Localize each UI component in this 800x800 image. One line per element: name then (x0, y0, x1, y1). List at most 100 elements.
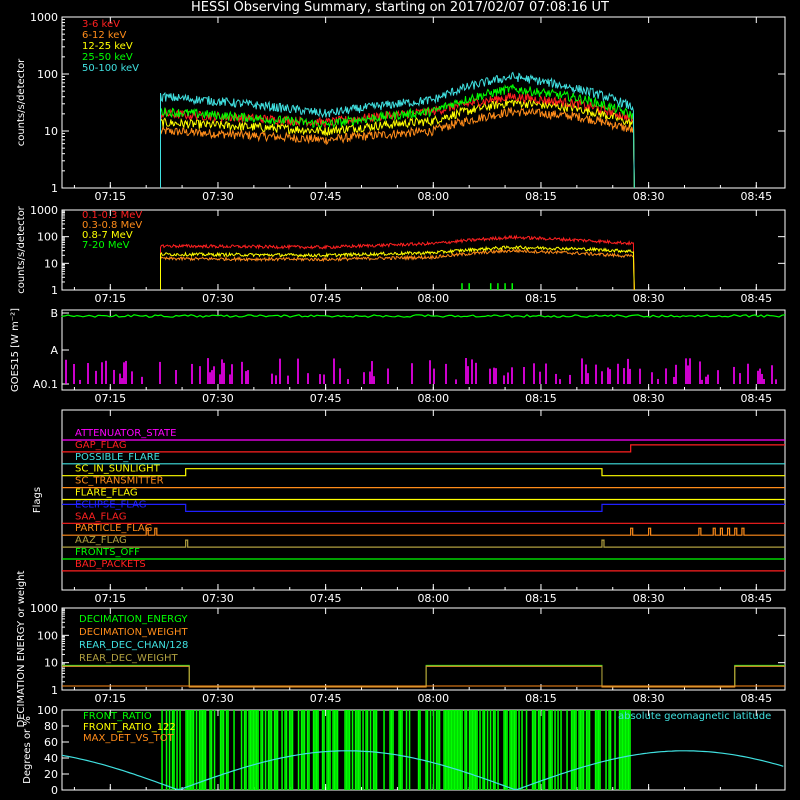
x-tick-label: 08:45 (740, 692, 772, 705)
legend-entry: REAR_DEC_WEIGHT (79, 653, 178, 664)
flag-label: FRONTS_OFF (75, 547, 140, 558)
flag-label: GAP_FLAG (75, 440, 127, 451)
flag-label: PARTICLE_FLAG (75, 523, 152, 534)
y-axis-label: GOES15 [W m⁻²] (10, 308, 21, 392)
y-tick-label: 1 (51, 684, 58, 697)
x-tick-label: 08:45 (740, 292, 772, 305)
legend-entry: 12-25 keV (82, 41, 133, 52)
series-line (61, 314, 786, 318)
x-tick-label: 07:30 (202, 190, 234, 203)
legend-entry: REAR_DEC_CHAN/128 (79, 640, 188, 651)
y-tick-label: 1 (51, 284, 58, 297)
y-axis-label: counts/s/detector (16, 205, 27, 293)
x-tick-label: 08:15 (525, 592, 557, 605)
y-tick-label: 40 (44, 752, 58, 765)
x-tick-label: 08:15 (525, 392, 557, 405)
flag-line (62, 539, 785, 548)
y-tick-label: 100 (37, 629, 58, 642)
x-tick-label: 08:00 (417, 392, 449, 405)
series-line (62, 665, 785, 688)
y-axis-label: Degrees or % (22, 716, 33, 784)
y-tick-label: 80 (44, 720, 58, 733)
x-tick-label: 08:00 (417, 190, 449, 203)
y-tick-label: 20 (44, 768, 58, 781)
x-tick-label: 08:45 (740, 592, 772, 605)
y-tick-label: 10 (44, 257, 58, 270)
x-tick-label: 07:15 (94, 592, 126, 605)
y-tick-label: B (50, 307, 58, 320)
legend-entry: 7-20 MeV (82, 240, 130, 251)
x-tick-label: 08:45 (740, 190, 772, 203)
x-tick-label: 08:30 (633, 592, 665, 605)
series-line (160, 248, 635, 291)
flag-label: BAD_PACKETS (75, 559, 146, 570)
x-tick-label: 07:30 (202, 592, 234, 605)
x-tick-label: 08:00 (417, 692, 449, 705)
y-tick-label: 100 (37, 704, 58, 717)
y-tick-label: 10 (44, 657, 58, 670)
x-tick-label: 07:45 (310, 692, 342, 705)
series-line (62, 665, 785, 687)
flag-line (62, 527, 785, 536)
x-tick-label: 08:15 (525, 190, 557, 203)
y-axis-label: Flags (32, 487, 43, 513)
x-tick-label: 07:15 (94, 392, 126, 405)
y-axis-label: DECIMATION ENERGY or weight (16, 570, 27, 727)
x-tick-label: 08:30 (633, 392, 665, 405)
x-tick-label: 07:30 (202, 692, 234, 705)
y-tick-label: 1000 (30, 11, 58, 24)
flag-label: POSSIBLE_FLARE (75, 452, 160, 463)
flag-label: SC_TRANSMITTER (75, 476, 164, 487)
x-tick-label: 08:00 (417, 592, 449, 605)
legend-entry: FRONT_RATIO (83, 711, 152, 722)
y-tick-label: 1000 (30, 204, 58, 217)
y-tick-label: 0 (51, 784, 58, 797)
x-tick-label: 07:30 (202, 292, 234, 305)
x-tick-label: 07:45 (310, 292, 342, 305)
y-tick-label: 100 (37, 68, 58, 81)
flag-line (62, 444, 785, 453)
legend-entry: 3-6 keV (82, 19, 120, 30)
x-tick-label: 08:30 (633, 292, 665, 305)
y-tick-label: 60 (44, 736, 58, 749)
series-line (62, 664, 785, 687)
summary-chart: 07:15 07:30 07:45 08:00 08:15 08:30 08:45 07:15… (10, 11, 786, 797)
x-tick-label: 08:00 (417, 292, 449, 305)
x-tick-label: 07:45 (310, 592, 342, 605)
legend-entry: DECIMATION_WEIGHT (79, 627, 188, 638)
flag-label: FLARE_FLAG (75, 488, 138, 499)
series-line (160, 245, 635, 291)
legend-entry: MAX_DET_VS_TOT (83, 733, 175, 744)
x-tick-label: 07:15 (94, 292, 126, 305)
x-tick-label: 08:45 (740, 392, 772, 405)
legend-entry: 50-100 keV (82, 63, 139, 74)
flag-label: AAZ_FLAG (75, 535, 127, 546)
x-tick-label: 07:15 (94, 692, 126, 705)
y-tick-label: 1 (51, 182, 58, 195)
flag-label: ATTENUATOR_STATE (75, 428, 176, 439)
y-tick-label: A0.1 (33, 378, 58, 391)
legend-entry: absolute geomagnetic latitude (618, 711, 771, 722)
y-tick-label: A (50, 344, 58, 357)
flag-label: SAA_FLAG (75, 511, 126, 522)
x-tick-label: 08:15 (525, 692, 557, 705)
x-tick-label: 07:15 (94, 190, 126, 203)
y-tick-label: 100 (37, 231, 58, 244)
y-tick-label: 1000 (30, 602, 58, 615)
flag-line (62, 468, 785, 477)
x-tick-label: 08:30 (633, 692, 665, 705)
x-tick-label: 07:45 (310, 392, 342, 405)
legend-entry: FRONT_RATIO_122 (83, 722, 176, 733)
x-tick-label: 07:45 (310, 190, 342, 203)
legend-entry: DECIMATION_ENERGY (79, 614, 188, 625)
legend-entry: 25-50 keV (82, 52, 133, 63)
y-axis-label: counts/s/detector (16, 58, 27, 146)
x-tick-label: 08:15 (525, 292, 557, 305)
x-tick-label: 07:30 (202, 392, 234, 405)
flag-label: SC_IN_SUNLIGHT (75, 464, 161, 475)
y-tick-label: 10 (44, 125, 58, 138)
panel-frame-2 (61, 209, 786, 291)
x-tick-label: 08:30 (633, 190, 665, 203)
legend-entry: 6-12 keV (82, 30, 126, 41)
flag-line (62, 503, 785, 512)
